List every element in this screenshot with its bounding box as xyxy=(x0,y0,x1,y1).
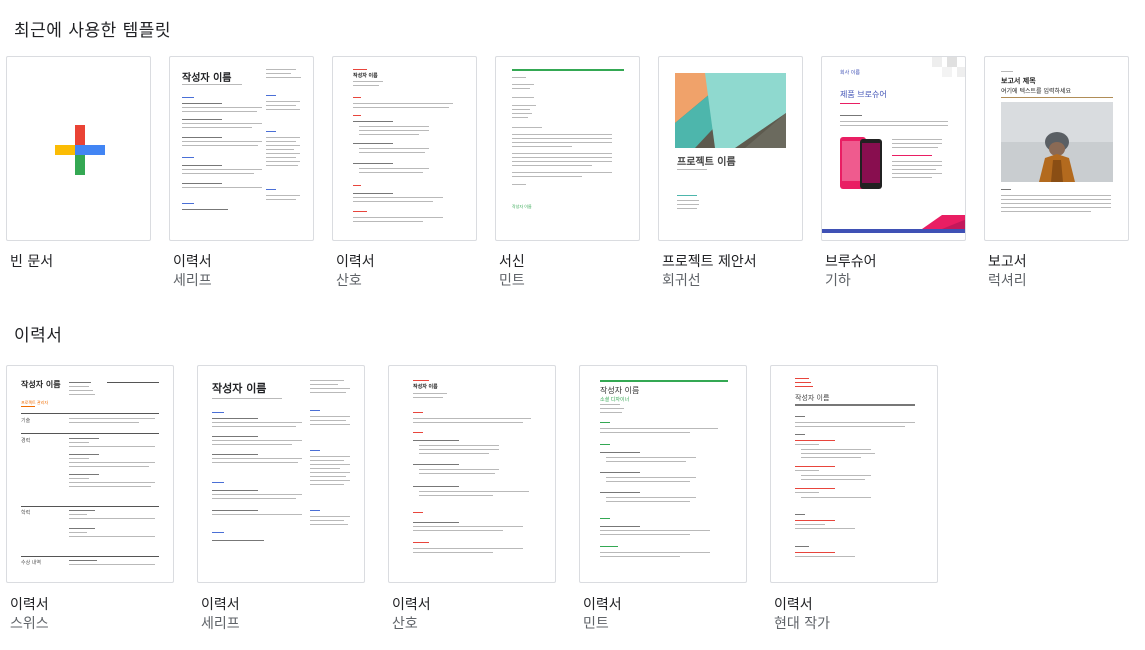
section-label: 수상 내역 xyxy=(21,560,41,566)
thumb-title: 작성자 이름 xyxy=(212,382,267,395)
report-cover-photo xyxy=(1001,102,1113,182)
template-variant: 럭셔리 xyxy=(988,273,1027,289)
template-variant: 회귀선 xyxy=(662,273,701,289)
template-brochure[interactable]: 회사 이름 제품 브로슈어 브루슈어 기하 xyxy=(821,56,967,289)
template-resume-modern-writer[interactable]: 작성자 이름 이력서 현대 작가 xyxy=(770,365,940,635)
template-variant: 세리프 xyxy=(173,273,212,289)
recent-templates-heading: 최근에 사용한 템플릿 xyxy=(14,21,172,41)
resume-mint-thumbnail: 작성자 이름 소셜 디자이너 xyxy=(579,365,747,583)
section-label: 학력 xyxy=(21,510,31,516)
resume-coral-thumbnail: 작성자 이름 xyxy=(388,365,556,583)
thumb-title: 작성자 이름 xyxy=(353,73,378,79)
section-label: 기술 xyxy=(21,418,31,424)
thumb-title: 보고서 제목 xyxy=(1001,77,1036,85)
template-name: 이력서 xyxy=(392,597,431,613)
resume-coral-thumbnail: 작성자 이름 xyxy=(332,56,477,241)
template-name: 보고서 xyxy=(988,254,1027,270)
template-name: 이력서 xyxy=(173,254,212,270)
template-name: 서신 xyxy=(499,254,525,270)
thumb-subtitle: 여기에 텍스트를 입력하세요 xyxy=(1001,88,1072,95)
project-proposal-thumbnail: 프로젝트 이름 xyxy=(658,56,803,241)
template-resume-serif-recent[interactable]: 작성자 이름 이력서 세리프 xyxy=(169,56,315,289)
brochure-art xyxy=(822,57,965,233)
template-resume-serif[interactable]: 작성자 이름 이력서 세리프 xyxy=(197,365,367,635)
thumb-title: 작성자 이름 xyxy=(413,384,438,390)
template-variant: 산호 xyxy=(336,273,362,289)
thumb-title: 작성자 이름 xyxy=(21,380,61,389)
template-variant: 스위스 xyxy=(10,616,49,632)
thumb-title: 제품 브로슈어 xyxy=(840,90,887,99)
template-blank[interactable]: 빈 문서 xyxy=(6,56,152,288)
resume-serif-thumbnail: 작성자 이름 xyxy=(197,365,365,583)
thumb-role: 소셜 디자이너 xyxy=(600,397,630,403)
template-name: 이력서 xyxy=(583,597,622,613)
template-name: 브루슈어 xyxy=(825,254,877,270)
template-project-proposal[interactable]: 프로젝트 이름 프로젝트 제안서 회귀선 xyxy=(658,56,804,289)
thumb-title: 작성자 이름 xyxy=(182,73,232,84)
resume-modern-writer-thumbnail: 작성자 이름 xyxy=(770,365,938,583)
template-report[interactable]: 보고서 제목 여기에 텍스트를 입력하세요 보고서 럭셔리 xyxy=(984,56,1130,289)
resume-section-heading: 이력서 xyxy=(14,326,63,346)
letter-mint-thumbnail: 작성자 이름 xyxy=(495,56,640,241)
template-name: 이력서 xyxy=(774,597,813,613)
template-variant: 현대 작가 xyxy=(774,616,830,632)
thumb-sender: 작성자 이름 xyxy=(512,204,532,209)
template-name: 프로젝트 제안서 xyxy=(662,254,757,270)
template-resume-swiss[interactable]: 작성자 이름 프로젝트 관리자 기술 경력 학력 수상 내역 이력서 스위스 xyxy=(6,365,176,635)
template-variant: 민트 xyxy=(583,616,609,632)
template-name: 이력서 xyxy=(10,597,49,613)
template-resume-mint[interactable]: 작성자 이름 소셜 디자이너 이력서 민트 xyxy=(579,365,749,635)
template-resume-coral[interactable]: 작성자 이름 이력서 산호 xyxy=(388,365,558,635)
thumb-title: 프로젝트 이름 xyxy=(677,157,736,168)
template-name: 이력서 xyxy=(201,597,240,613)
template-letter-mint[interactable]: 작성자 이름 서신 민트 xyxy=(495,56,641,289)
resume-serif-thumbnail: 작성자 이름 xyxy=(169,56,314,241)
thumb-title: 작성자 이름 xyxy=(795,394,830,402)
template-variant: 산호 xyxy=(392,616,418,632)
brochure-thumbnail: 회사 이름 제품 브로슈어 xyxy=(821,56,966,241)
thumb-company: 회사 이름 xyxy=(840,70,860,76)
plus-icon xyxy=(55,125,105,175)
section-label: 경력 xyxy=(21,438,31,444)
template-variant: 세리프 xyxy=(201,616,240,632)
blank-thumbnail xyxy=(6,56,151,241)
template-variant: 기하 xyxy=(825,273,851,289)
template-name: 빈 문서 xyxy=(10,254,54,270)
report-thumbnail: 보고서 제목 여기에 텍스트를 입력하세요 xyxy=(984,56,1129,241)
template-variant: 민트 xyxy=(499,273,525,289)
template-name: 이력서 xyxy=(336,254,375,270)
template-resume-coral-recent[interactable]: 작성자 이름 이력서 산호 xyxy=(332,56,478,289)
proposal-cover-art xyxy=(675,73,786,148)
resume-swiss-thumbnail: 작성자 이름 프로젝트 관리자 기술 경력 학력 수상 내역 xyxy=(6,365,174,583)
thumb-title: 작성자 이름 xyxy=(600,386,640,395)
